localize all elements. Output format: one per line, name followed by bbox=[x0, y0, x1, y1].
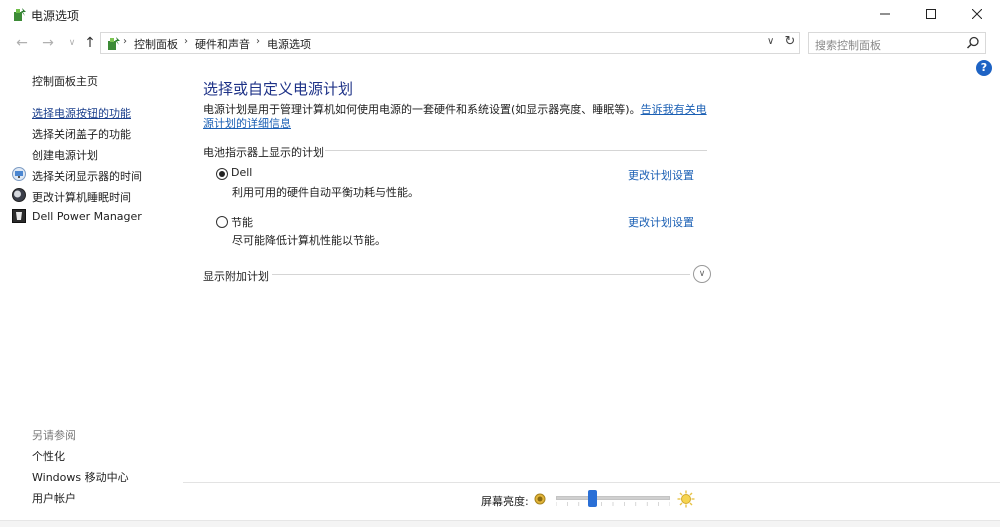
search-input[interactable]: 搜索控制面板 bbox=[808, 32, 986, 54]
brightness-slider-track[interactable] bbox=[556, 496, 670, 500]
page-description: 电源计划是用于管理计算机如何使用电源的一套硬件和系统设置(如显示器亮度、睡眠等)… bbox=[203, 103, 713, 131]
forward-button[interactable]: → bbox=[38, 34, 58, 52]
moon-icon bbox=[12, 188, 26, 202]
breadcrumb-power-options[interactable]: 电源选项 bbox=[267, 36, 311, 52]
back-button[interactable]: ← bbox=[12, 34, 32, 52]
arrow-up-icon: ↑ bbox=[84, 35, 96, 51]
help-icon[interactable]: ? bbox=[976, 60, 992, 76]
plan-name-power-saver[interactable]: 节能 bbox=[231, 214, 253, 230]
breadcrumb-separator: › bbox=[123, 36, 127, 47]
section-divider bbox=[325, 150, 707, 151]
page-title: 选择或自定义电源计划 bbox=[203, 80, 354, 98]
sidebar-link-create-plan[interactable]: 创建电源计划 bbox=[32, 147, 98, 163]
change-plan-settings-power-saver[interactable]: 更改计划设置 bbox=[628, 214, 694, 230]
see-also-user-accounts[interactable]: 用户帐户 bbox=[32, 490, 76, 506]
sidebar-link-display-off[interactable]: 选择关闭显示器的时间 bbox=[32, 168, 142, 184]
minimize-button[interactable] bbox=[862, 0, 908, 28]
arrow-left-icon: ← bbox=[16, 35, 28, 51]
breadcrumb-control-panel[interactable]: 控制面板 bbox=[134, 36, 178, 52]
search-placeholder: 搜索控制面板 bbox=[815, 39, 881, 52]
arrow-right-icon: → bbox=[42, 35, 54, 51]
sidebar-link-sleep-time[interactable]: 更改计算机睡眠时间 bbox=[32, 189, 131, 205]
breadcrumb-separator: › bbox=[184, 36, 188, 47]
window-title: 电源选项 bbox=[31, 9, 80, 23]
description-text: 电源计划是用于管理计算机如何使用电源的一套硬件和系统设置(如显示器亮度、睡眠等)… bbox=[203, 103, 641, 116]
address-bar[interactable]: › 控制面板 › 硬件和声音 › 电源选项 ∨ bbox=[100, 32, 800, 54]
sidebar-link-lid-close[interactable]: 选择关闭盖子的功能 bbox=[32, 126, 131, 142]
see-also-personalization[interactable]: 个性化 bbox=[32, 448, 65, 464]
brightness-label: 屏幕亮度: bbox=[481, 495, 529, 508]
brightness-high-icon bbox=[677, 490, 695, 508]
address-dropdown-icon[interactable]: ∨ bbox=[767, 36, 781, 50]
power-options-icon bbox=[14, 8, 26, 21]
maximize-button[interactable] bbox=[908, 0, 954, 28]
control-panel-home-link[interactable]: 控制面板主页 bbox=[32, 73, 98, 89]
breadcrumb-hardware-sound[interactable]: 硬件和声音 bbox=[195, 36, 250, 52]
plan-radio-dell[interactable] bbox=[216, 168, 228, 180]
navigation-bar: ← → ∨ ↑ › 控制面板 › 硬件和声音 › 电源选项 ∨ ↻ 搜索控制面板 bbox=[0, 30, 1000, 56]
bottom-divider bbox=[183, 482, 1000, 483]
brightness-slider-thumb[interactable] bbox=[587, 490, 597, 507]
plan-desc-dell: 利用可用的硬件自动平衡功耗与性能。 bbox=[232, 186, 419, 199]
show-additional-plans-label[interactable]: 显示附加计划 bbox=[203, 268, 269, 284]
plan-name-dell[interactable]: Dell bbox=[231, 166, 252, 179]
brightness-slider-ticks bbox=[556, 502, 670, 506]
search-icon[interactable] bbox=[966, 36, 980, 50]
expand-additional-plans-button[interactable]: ∨ bbox=[693, 265, 711, 283]
monitor-icon bbox=[12, 167, 26, 181]
recent-locations-button[interactable]: ∨ bbox=[62, 34, 82, 52]
minimize-icon bbox=[880, 13, 890, 15]
close-button[interactable] bbox=[954, 0, 1000, 28]
brightness-low-icon bbox=[534, 493, 546, 505]
chevron-down-icon: ∨ bbox=[698, 269, 706, 279]
sidebar-link-dell-power-manager[interactable]: Dell Power Manager bbox=[32, 210, 142, 223]
section-heading: 电池指示器上显示的计划 bbox=[203, 146, 324, 159]
see-also-mobility-center[interactable]: Windows 移动中心 bbox=[32, 469, 129, 485]
see-also-heading: 另请参阅 bbox=[32, 429, 76, 442]
breadcrumb-separator: › bbox=[256, 36, 260, 47]
dell-power-icon bbox=[12, 209, 26, 223]
additional-plans-divider bbox=[272, 274, 690, 275]
taskbar-edge bbox=[0, 520, 1000, 527]
plan-radio-power-saver[interactable] bbox=[216, 216, 228, 228]
title-bar: 电源选项 bbox=[0, 0, 1000, 30]
up-button[interactable]: ↑ bbox=[80, 34, 100, 52]
control-panel-icon bbox=[108, 37, 120, 50]
refresh-icon[interactable]: ↻ bbox=[782, 34, 798, 50]
plan-desc-power-saver: 尽可能降低计算机性能以节能。 bbox=[232, 234, 386, 247]
change-plan-settings-dell[interactable]: 更改计划设置 bbox=[628, 167, 694, 183]
chevron-down-icon: ∨ bbox=[68, 38, 76, 48]
sidebar-link-power-button[interactable]: 选择电源按钮的功能 bbox=[32, 105, 131, 121]
maximize-icon bbox=[926, 9, 936, 19]
close-icon bbox=[972, 9, 982, 19]
